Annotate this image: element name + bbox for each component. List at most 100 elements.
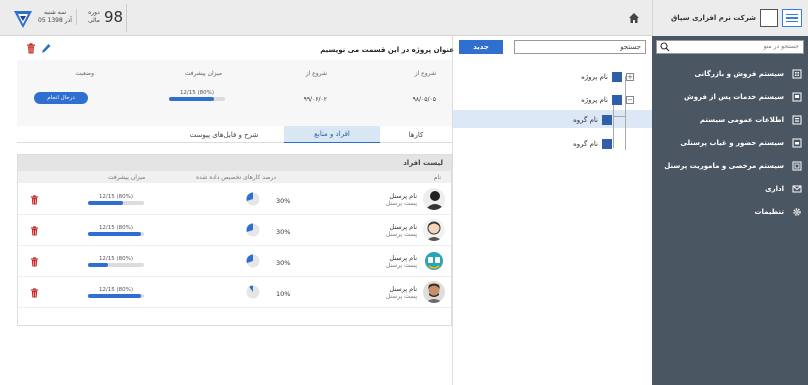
column-percent: درصد کارهای تخصیص داده شده bbox=[196, 174, 277, 181]
edit-icon[interactable] bbox=[41, 43, 51, 54]
tree-node-project[interactable]: + نام پروژه bbox=[581, 72, 634, 82]
people-list: لیست افراد نام درصد کارهای تخصیص داده شد… bbox=[17, 154, 452, 326]
fiscal-period-label: دوره مالی bbox=[88, 9, 100, 24]
table-row[interactable]: نام پرسنل پست پرسنل 30% 12/15 (80%) bbox=[18, 247, 451, 277]
person-percent: 10% bbox=[276, 290, 291, 298]
person-post: پست پرسنل bbox=[385, 262, 417, 269]
progress-fill bbox=[169, 97, 214, 101]
tab-people-resources[interactable]: افراد و منابع bbox=[284, 126, 380, 143]
table-row[interactable]: نام پرسنل پست پرسنل 30% 12/15 (80%) bbox=[18, 216, 451, 246]
company-name: شرکت نرم افزاری سپاق bbox=[671, 14, 756, 22]
sidebar-search-input[interactable] bbox=[679, 43, 799, 50]
sidebar-search[interactable] bbox=[656, 40, 804, 54]
company-header: شرکت نرم افزاری سپاق bbox=[652, 0, 808, 36]
person-post: پست پرسنل bbox=[385, 200, 417, 207]
fiscal-period-value[interactable]: 98 bbox=[104, 8, 123, 26]
person-name: نام پرسنل bbox=[389, 223, 417, 231]
person-post: پست پرسنل bbox=[385, 231, 417, 238]
sidebar-item-after-sales[interactable]: سیستم خدمات پس از فروش bbox=[684, 91, 802, 103]
person-progress: 12/15 (80%) bbox=[88, 225, 144, 236]
tab-tasks[interactable]: کارها bbox=[380, 126, 452, 143]
person-post: پست پرسنل bbox=[385, 293, 417, 300]
project-square-icon bbox=[612, 72, 622, 82]
progress-bar bbox=[88, 201, 144, 205]
delete-row-icon[interactable] bbox=[30, 257, 39, 267]
value-start-from: ۹۸/۰۵/۰۵ bbox=[412, 96, 436, 103]
tree-node-label: نام پروژه bbox=[581, 73, 608, 81]
progress-text: 12/15 (80%) bbox=[98, 225, 134, 231]
tree-node-label: نام گروه bbox=[573, 140, 598, 148]
delete-row-icon[interactable] bbox=[30, 226, 39, 236]
avatar bbox=[423, 188, 445, 210]
project-progress: 12/15 (80%) bbox=[169, 90, 225, 101]
top-bar: سه شنبه 05 آذر 1398 دوره مالی 98 شرکت نر… bbox=[0, 0, 808, 36]
avatar bbox=[423, 250, 445, 272]
share-pie bbox=[246, 223, 260, 237]
home-icon[interactable] bbox=[628, 12, 640, 24]
tree-connector bbox=[613, 104, 614, 148]
avatar bbox=[423, 219, 445, 241]
person-percent: 30% bbox=[276, 228, 291, 236]
menu-toggle-button[interactable] bbox=[782, 9, 802, 27]
tab-bar: کارها افراد و منابع شرح و فایل‌های پیوست bbox=[17, 126, 452, 143]
search-icon[interactable] bbox=[660, 42, 670, 52]
value-start: ۹۹/۰۶/۰۲ bbox=[303, 96, 327, 103]
progress-bar bbox=[169, 97, 225, 101]
status-badge[interactable]: درحال انجام bbox=[34, 92, 88, 104]
share-pie bbox=[246, 192, 260, 206]
tree-node-group[interactable]: نام گروه bbox=[573, 115, 612, 125]
group-square-icon bbox=[602, 115, 612, 125]
group-square-icon bbox=[602, 139, 612, 149]
person-name: نام پرسنل bbox=[389, 192, 417, 200]
sidebar-item-settings[interactable]: تنظیمات bbox=[754, 206, 802, 218]
table-row[interactable]: نام پرسنل پست پرسنل 30% 12/15 (80%) bbox=[18, 185, 451, 215]
building-icon bbox=[792, 69, 802, 79]
tree-node-project[interactable]: − نام پروژه bbox=[581, 95, 634, 105]
sidebar-item-label: تنظیمات bbox=[754, 208, 784, 216]
share-pie bbox=[246, 285, 260, 299]
delete-row-icon[interactable] bbox=[30, 288, 39, 298]
delete-row-icon[interactable] bbox=[30, 195, 39, 205]
collapse-icon[interactable]: − bbox=[626, 96, 634, 104]
progress-bar bbox=[88, 294, 144, 298]
tree-search[interactable] bbox=[514, 40, 646, 54]
person-progress: 12/15 (80%) bbox=[88, 256, 144, 267]
sidebar-item-attendance[interactable]: سیستم حضور و غیاب پرسنلی bbox=[680, 137, 802, 149]
date-block: سه شنبه 05 آذر 1398 bbox=[38, 9, 77, 25]
info-icon bbox=[792, 115, 802, 125]
sidebar-item-label: سیستم مرخصی و ماموریت پرسنل bbox=[664, 162, 784, 170]
tree-node-group[interactable]: نام گروه bbox=[573, 139, 612, 149]
sidebar-item-label: اداری bbox=[765, 185, 784, 193]
attendance-icon bbox=[792, 138, 802, 148]
sidebar-item-leave[interactable]: سیستم مرخصی و ماموریت پرسنل bbox=[664, 160, 802, 172]
tab-description-attachments[interactable]: شرح و فایل‌های پیوست bbox=[164, 126, 284, 143]
progress-text: 12/15 (80%) bbox=[98, 256, 134, 262]
sidebar-item-administrative[interactable]: اداری bbox=[765, 183, 802, 195]
project-tree-panel: جدید + نام پروژه − نام پروژه نام گروه نا… bbox=[452, 36, 652, 385]
sidebar-item-label: سیستم خدمات پس از فروش bbox=[684, 93, 784, 101]
sidebar-item-label: سیستم حضور و غیاب پرسنلی bbox=[680, 139, 784, 147]
progress-fill bbox=[88, 232, 142, 236]
company-logo bbox=[760, 9, 778, 27]
new-button[interactable]: جدید bbox=[459, 40, 503, 54]
day-name: سه شنبه bbox=[43, 9, 66, 16]
expand-icon[interactable]: + bbox=[626, 73, 634, 81]
header-start-from: شروع از bbox=[414, 70, 436, 77]
progress-bar bbox=[88, 232, 144, 236]
delete-icon[interactable] bbox=[26, 43, 36, 54]
progress-fill bbox=[88, 263, 108, 267]
service-icon bbox=[792, 92, 802, 102]
tree-search-input[interactable] bbox=[521, 43, 641, 51]
sidebar-item-general-info[interactable]: اطلاعات عمومی سیستم bbox=[700, 114, 802, 126]
project-square-icon bbox=[612, 95, 622, 105]
table-row[interactable]: نام پرسنل پست پرسنل 10% 12/15 (80%) bbox=[18, 278, 451, 308]
avatar bbox=[423, 281, 445, 303]
header-status: وضعیت bbox=[75, 70, 94, 77]
header-start: شروع از bbox=[305, 70, 327, 77]
person-progress: 12/15 (80%) bbox=[88, 194, 144, 205]
leave-icon bbox=[792, 161, 802, 171]
person-percent: 30% bbox=[276, 197, 291, 205]
sidebar: سیستم فروش و بازرگانی سیستم خدمات پس از … bbox=[652, 36, 808, 385]
people-columns: نام درصد کارهای تخصیص داده شده میزان پیش… bbox=[18, 171, 451, 183]
sidebar-item-sales[interactable]: سیستم فروش و بازرگانی bbox=[694, 68, 802, 80]
